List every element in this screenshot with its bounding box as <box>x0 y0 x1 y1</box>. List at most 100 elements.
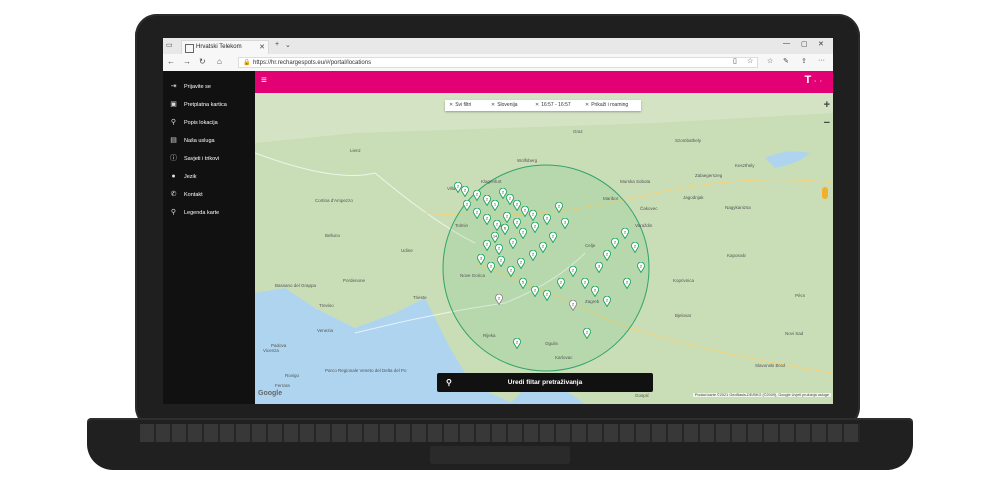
map-place-label: Trieste <box>413 295 427 300</box>
charging-station-marker[interactable]: 2 <box>483 240 491 251</box>
sidebar-item-tips[interactable]: ⓘ Savjeti i trikovi <box>169 153 255 165</box>
home-icon[interactable]: ⌂ <box>217 57 222 66</box>
new-tab-icon[interactable]: + <box>275 41 279 48</box>
favorite-star-icon[interactable]: ☆ <box>747 57 753 65</box>
map-place-label: Gospić <box>635 393 650 398</box>
forward-icon[interactable]: → <box>183 57 191 66</box>
map-place-label: Rijeka <box>483 333 496 338</box>
filter-chip[interactable]: ✕ Slovenija <box>491 101 518 110</box>
refresh-icon[interactable]: ↻ <box>199 57 206 66</box>
remove-filter-icon[interactable]: ✕ <box>585 102 589 108</box>
charging-station-marker[interactable]: 2 <box>517 258 525 269</box>
charging-station-marker[interactable]: 2 <box>637 262 645 273</box>
charging-station-marker[interactable]: 2 <box>503 212 511 223</box>
url-input[interactable]: 🔒 https://hr.rechargespots.eu/#/portal/l… <box>238 57 758 68</box>
charging-station-marker[interactable]: 2 <box>557 278 565 289</box>
charging-station-marker[interactable]: 2 <box>531 222 539 233</box>
charging-station-marker[interactable]: 2 <box>529 250 537 261</box>
sidebar-item-login[interactable]: ⇥ Prijavite se <box>169 81 255 93</box>
charging-station-marker[interactable]: 2 <box>495 244 503 255</box>
charging-station-marker[interactable]: 2 <box>483 214 491 225</box>
charging-station-marker[interactable]: 3 <box>477 254 485 265</box>
sidebar-item-locations[interactable]: ⚲ Popis lokacija <box>169 117 255 129</box>
charging-station-marker[interactable]: 2 <box>603 296 611 307</box>
maximize-icon[interactable]: ▢ <box>801 40 808 48</box>
charging-station-marker[interactable]: 2 <box>539 242 547 253</box>
sidebar-item-language[interactable]: ● Jezik <box>169 171 255 183</box>
sidebar-item-service[interactable]: ▤ Naša usluga <box>169 135 255 147</box>
charging-station-marker[interactable]: 2 <box>513 200 521 211</box>
marker-count-label: 5 <box>522 281 524 285</box>
charging-station-marker[interactable]: 5 <box>519 278 527 289</box>
charging-station-marker[interactable]: 3 <box>561 218 569 229</box>
charging-station-marker[interactable]: 2 <box>631 242 639 253</box>
reading-view-icon[interactable]: ▯ <box>733 57 737 65</box>
charging-station-marker[interactable]: 14 <box>491 232 499 243</box>
charging-station-marker[interactable]: 2 <box>531 286 539 297</box>
filter-chip[interactable]: ✕ Prikaži i roaming <box>585 101 628 110</box>
sidebar-item-subscription-card[interactable]: ▣ Pretplatna kartica <box>169 99 255 111</box>
favorites-icon[interactable]: ☆ <box>767 57 773 65</box>
filter-chip[interactable]: ✕ Svi filtri <box>449 101 471 110</box>
charging-station-marker[interactable]: 2 <box>483 195 491 206</box>
charging-station-marker[interactable]: 2 <box>529 210 537 221</box>
charging-station-marker[interactable]: 2 <box>621 228 629 239</box>
marker-count-label: 6 <box>504 227 506 231</box>
charging-station-marker[interactable]: 2 <box>543 290 551 301</box>
charging-station-marker[interactable]: 2 <box>603 250 611 261</box>
edit-search-filter-button[interactable]: ⚲ Uredi filtar pretraživanja <box>437 373 653 392</box>
remove-filter-icon[interactable]: ✕ <box>535 102 539 108</box>
charging-station-marker[interactable]: 2 <box>495 294 503 305</box>
charging-station-marker[interactable]: 3 <box>595 262 603 273</box>
share-icon[interactable]: ⇪ <box>801 57 807 65</box>
charging-station-marker[interactable]: 2 <box>549 232 557 243</box>
charging-station-marker[interactable]: 2 <box>461 186 469 197</box>
charging-station-marker[interactable]: 2 <box>569 300 577 311</box>
zoom-in-button[interactable]: + <box>824 99 830 111</box>
charging-station-marker[interactable]: 2 <box>473 190 481 201</box>
charging-station-marker[interactable]: 2 <box>513 338 521 349</box>
charging-station-marker[interactable]: 2 <box>611 238 619 249</box>
street-view-pegman-icon[interactable] <box>822 187 828 199</box>
charging-station-marker[interactable]: 1 <box>491 200 499 211</box>
close-tab-icon[interactable]: ✕ <box>259 41 265 54</box>
charging-station-marker[interactable]: 2 <box>497 256 505 267</box>
charging-station-marker[interactable]: 2 <box>555 202 563 213</box>
tab-list-icon[interactable]: ⌄ <box>285 41 291 49</box>
browser-tab[interactable]: Hrvatski Telekom ✕ <box>181 40 269 54</box>
map[interactable]: Graz Wolfsberg Klagenfurt Villach Maribo… <box>255 93 833 404</box>
close-window-icon[interactable]: ✕ <box>818 40 824 48</box>
charging-station-marker[interactable]: 2 <box>509 238 517 249</box>
charging-station-marker[interactable]: 2 <box>543 214 551 225</box>
tab-actions-icon[interactable]: ▭ <box>166 41 173 49</box>
pen-icon[interactable]: ✎ <box>783 57 789 65</box>
charging-station-marker[interactable]: 2 <box>493 220 501 231</box>
back-icon[interactable]: ← <box>167 57 175 66</box>
map-place-label: Vicenza <box>263 348 279 353</box>
more-icon[interactable]: ··· <box>818 57 825 64</box>
charging-station-marker[interactable]: 2 <box>473 208 481 219</box>
charging-station-marker[interactable]: 2 <box>591 286 599 297</box>
search-icon: ⚲ <box>446 378 452 387</box>
charging-station-marker[interactable]: 2 <box>583 328 591 339</box>
charging-station-marker[interactable]: 2 <box>507 266 515 277</box>
charging-station-marker[interactable]: 2 <box>487 262 495 273</box>
charging-station-marker[interactable]: 2 <box>521 206 529 217</box>
charging-station-marker[interactable]: 6 <box>501 224 509 235</box>
charging-station-marker[interactable]: 2 <box>623 278 631 289</box>
zoom-out-button[interactable]: − <box>824 117 830 129</box>
map-place-label: Ferrara <box>275 383 290 388</box>
marker-count-label: 2 <box>552 235 554 239</box>
minimize-icon[interactable]: — <box>783 40 790 47</box>
sidebar-item-map-legend[interactable]: ⚲ Legenda karte <box>169 207 255 219</box>
sidebar-item-contact[interactable]: ✆ Kontakt <box>169 189 255 201</box>
charging-station-marker[interactable]: 2 <box>569 266 577 277</box>
charging-station-marker[interactable]: 2 <box>463 200 471 211</box>
charging-station-marker[interactable]: 2 <box>581 278 589 289</box>
marker-count-label: 2 <box>532 213 534 217</box>
remove-filter-icon[interactable]: ✕ <box>491 102 495 108</box>
remove-filter-icon[interactable]: ✕ <box>449 102 453 108</box>
filter-chip[interactable]: ✕ 16:57 - 16:57 <box>535 101 571 110</box>
hamburger-menu-icon[interactable]: ≡ <box>261 75 267 86</box>
charging-station-marker[interactable]: 2 <box>519 228 527 239</box>
